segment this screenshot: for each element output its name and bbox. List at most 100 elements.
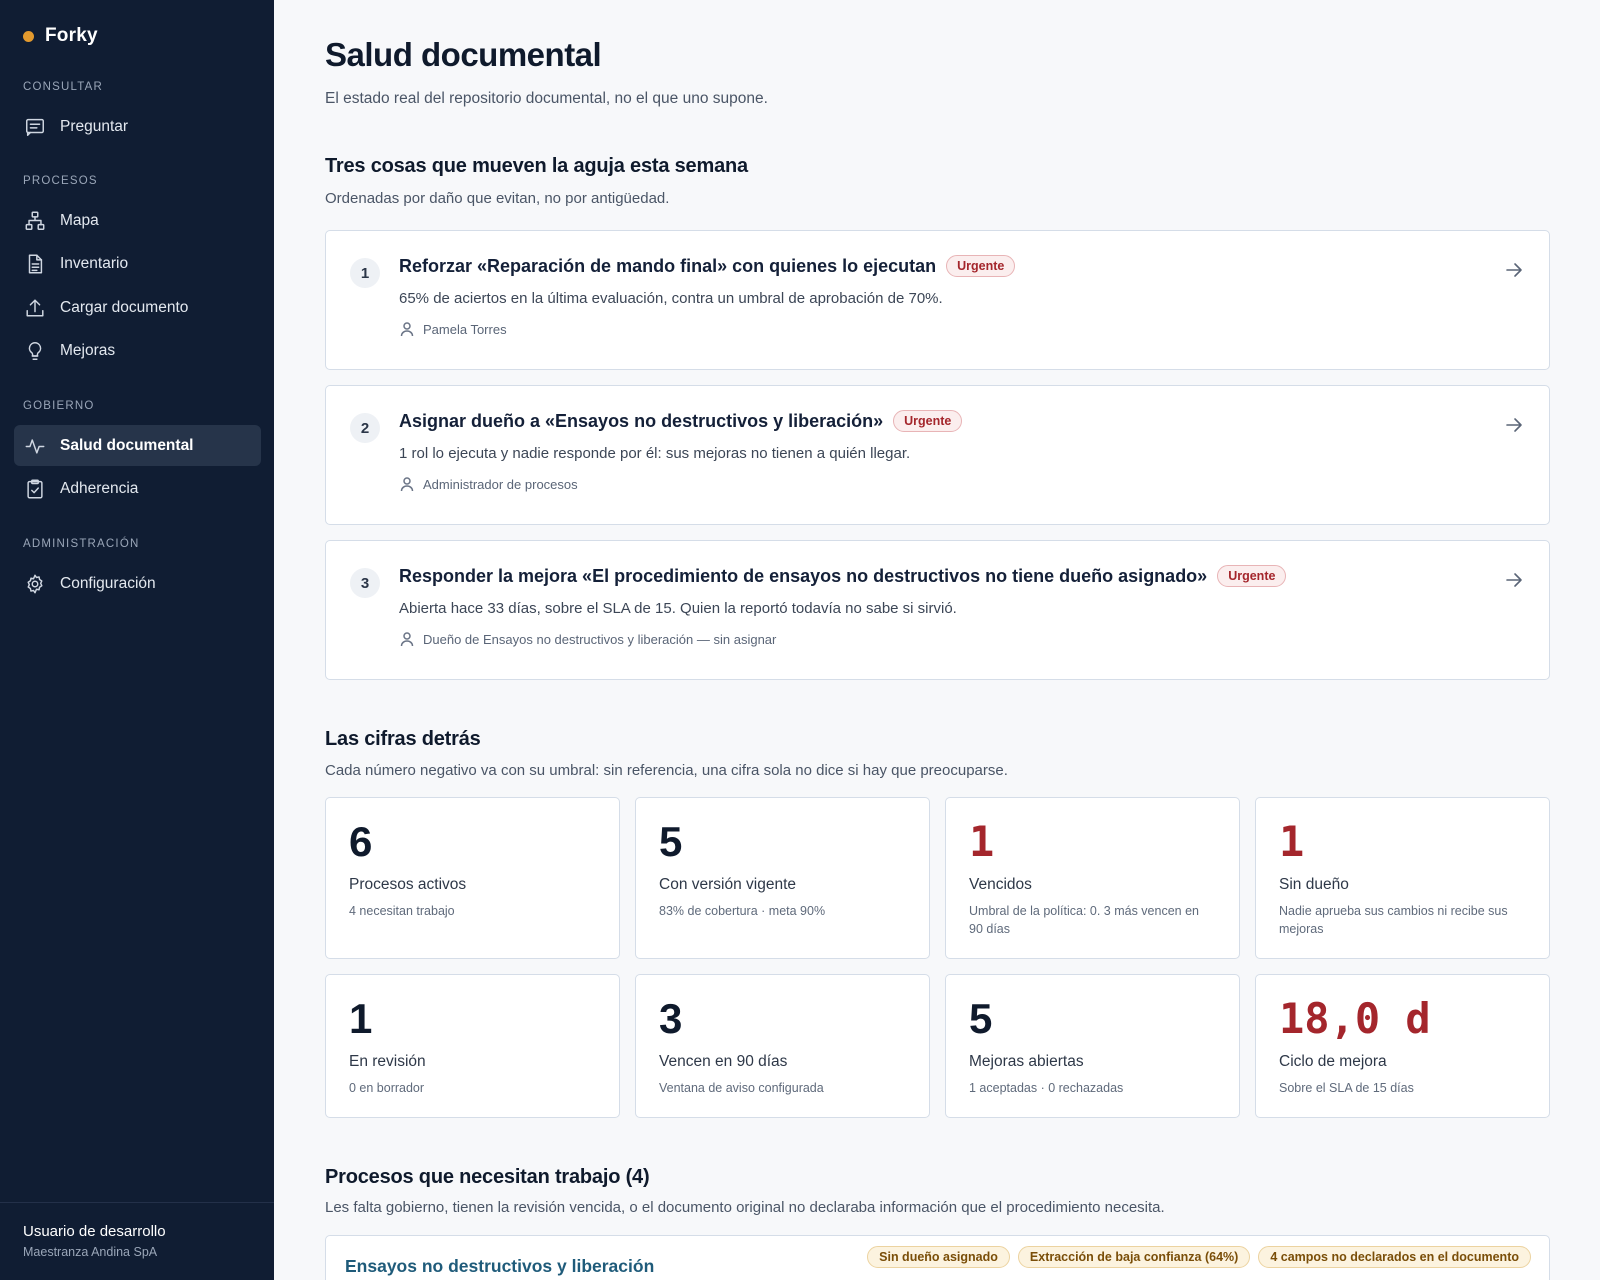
sidebar-item-mejoras[interactable]: Mejoras <box>14 331 261 372</box>
page-subtitle: El estado real del repositorio documenta… <box>325 90 768 107</box>
chat-icon <box>26 118 44 136</box>
priority-list: 1 Reforzar «Reparación de mando final» c… <box>325 230 1550 695</box>
process-card[interactable]: Ensayos no destructivos y liberación Sin… <box>325 1235 1550 1280</box>
nav-section-consultar: CONSULTAR Preguntar <box>14 78 261 150</box>
metric-label: Sin dueño <box>1279 876 1349 893</box>
sidebar-item-adherencia[interactable]: Adherencia <box>14 469 261 510</box>
sidebar-item-label: Mapa <box>60 211 99 229</box>
user-panel[interactable]: Usuario de desarrollo Maestranza Andina … <box>0 1202 274 1280</box>
sidebar: Forky CONSULTAR Preguntar PROCESOS Mapa … <box>0 0 274 1280</box>
priority-title: Responder la mejora «El procedimiento de… <box>399 565 1208 586</box>
metric-value: 5 <box>969 995 993 1042</box>
pulse-icon <box>25 438 45 454</box>
process-name-link[interactable]: Ensayos no destructivos y liberación <box>345 1256 654 1277</box>
urgent-badge: Urgente <box>893 410 963 432</box>
priority-number: 1 <box>350 258 380 288</box>
main-content: Salud documental El estado real del repo… <box>274 0 1600 1280</box>
user-organization: Maestranza Andina SpA <box>23 1245 158 1259</box>
metric-card: 1 En revisión 0 en borrador <box>325 974 620 1118</box>
nav-section-procesos: PROCESOS Mapa Inventario Cargar document… <box>14 172 261 374</box>
sitemap-icon <box>25 211 45 230</box>
priority-number: 2 <box>350 413 380 443</box>
sidebar-item-preguntar[interactable]: Preguntar <box>14 106 261 147</box>
priority-card[interactable]: 1 Reforzar «Reparación de mando final» c… <box>325 230 1550 370</box>
metric-value: 3 <box>659 995 683 1042</box>
metric-label: En revisión <box>349 1053 426 1070</box>
upload-icon <box>26 298 44 317</box>
user-icon <box>400 632 414 647</box>
urgent-badge: Urgente <box>1217 565 1287 587</box>
metric-value: 6 <box>349 818 373 865</box>
figures-subtitle: Cada número negativo va con su umbral: s… <box>325 762 1008 779</box>
sidebar-item-configuracion[interactable]: Configuración <box>14 563 261 604</box>
user-icon <box>400 322 414 337</box>
sidebar-item-mapa[interactable]: Mapa <box>14 200 261 241</box>
user-icon <box>400 477 414 492</box>
metric-value: 18,0 d <box>1279 994 1431 1043</box>
metric-note: Nadie aprueba sus cambios ni recibe sus … <box>1279 904 1508 936</box>
metric-label: Vencen en 90 días <box>659 1053 788 1070</box>
urgent-badge: Urgente <box>946 255 1016 277</box>
brand-name: Forky <box>45 25 98 46</box>
warning-tag: Extracción de baja confianza (64%) <box>1017 1246 1251 1268</box>
priority-title: Reforzar «Reparación de mando final» con… <box>399 255 937 276</box>
priority-description: Abierta hace 33 días, sobre el SLA de 15… <box>399 600 957 617</box>
processes-subtitle: Les falta gobierno, tienen la revisión v… <box>325 1199 1165 1216</box>
metric-card: 3 Vencen en 90 días Ventana de aviso con… <box>635 974 930 1118</box>
sidebar-item-label: Mejoras <box>60 342 116 359</box>
metric-label: Vencidos <box>969 876 1032 893</box>
sidebar-item-label: Salud documental <box>60 436 194 454</box>
metric-card: 5 Mejoras abiertas 1 aceptadas · 0 recha… <box>945 974 1240 1118</box>
priority-owner: Dueño de Ensayos no destructivos y liber… <box>399 631 776 647</box>
metric-note: 0 en borrador <box>349 1081 425 1095</box>
nav-heading: ADMINISTRACIÓN <box>23 538 140 550</box>
sidebar-item-label: Preguntar <box>60 117 129 135</box>
owner-name: Pamela Torres <box>423 321 507 337</box>
nav-heading: GOBIERNO <box>23 400 95 412</box>
metric-note: Ventana de aviso configurada <box>659 1081 824 1095</box>
metric-card: 6 Procesos activos 4 necesitan trabajo <box>325 797 620 959</box>
sidebar-item-salud-documental[interactable]: Salud documental <box>14 425 261 466</box>
brand[interactable]: Forky <box>23 25 98 47</box>
metric-value: 1 <box>1279 817 1305 866</box>
warning-tag: Sin dueño asignado <box>867 1246 1010 1268</box>
document-icon <box>28 254 43 274</box>
metric-label: Procesos activos <box>349 876 467 893</box>
sidebar-item-label: Inventario <box>60 255 129 272</box>
nav-section-administracion: ADMINISTRACIÓN Configuración <box>14 535 261 607</box>
warning-tag: 4 campos no declarados en el documento <box>1258 1246 1531 1268</box>
metric-note: 1 aceptadas · 0 rechazadas <box>969 1081 1124 1095</box>
sidebar-item-label: Adherencia <box>60 480 139 497</box>
arrow-right-icon[interactable] <box>1503 569 1525 591</box>
nav-section-gobierno: GOBIERNO Salud documental Adherencia <box>14 397 261 512</box>
priorities-title: Tres cosas que mueven la aguja esta sema… <box>325 155 748 177</box>
nav-heading: PROCESOS <box>23 175 98 187</box>
clipboard-check-icon <box>27 479 43 499</box>
arrow-right-icon[interactable] <box>1503 414 1525 436</box>
nav-heading: CONSULTAR <box>23 81 104 93</box>
priority-card[interactable]: 3 Responder la mejora «El procedimiento … <box>325 540 1550 680</box>
sidebar-item-cargar-documento[interactable]: Cargar documento <box>14 287 261 328</box>
metric-note: 4 necesitan trabajo <box>349 904 455 918</box>
priority-description: 1 rol lo ejecuta y nadie responde por él… <box>399 445 911 462</box>
metric-note: Sobre el SLA de 15 días <box>1279 1081 1414 1095</box>
arrow-right-icon[interactable] <box>1503 259 1525 281</box>
priority-number: 3 <box>350 568 380 598</box>
metric-label: Ciclo de mejora <box>1279 1053 1387 1070</box>
gear-icon <box>27 574 43 593</box>
metric-value: 1 <box>969 817 995 866</box>
sidebar-item-inventario[interactable]: Inventario <box>14 244 261 285</box>
metrics-grid: 6 Procesos activos 4 necesitan trabajo 5… <box>325 797 1550 1118</box>
priority-title: Asignar dueño a «Ensayos no destructivos… <box>399 410 884 431</box>
process-tags: Sin dueño asignado Extracción de baja co… <box>867 1246 1531 1268</box>
metric-label: Con versión vigente <box>659 876 796 893</box>
page-title: Salud documental <box>325 36 602 73</box>
priority-owner: Administrador de procesos <box>399 476 578 492</box>
metric-card: 1 Vencidos Umbral de la política: 0. 3 m… <box>945 797 1240 959</box>
user-name: Usuario de desarrollo <box>23 1223 166 1240</box>
brand-dot-icon <box>23 30 34 42</box>
priority-card[interactable]: 2 Asignar dueño a «Ensayos no destructiv… <box>325 385 1550 525</box>
metric-card: 1 Sin dueño Nadie aprueba sus cambios ni… <box>1255 797 1550 959</box>
metric-note: 83% de cobertura · meta 90% <box>659 904 826 918</box>
priority-description: 65% de aciertos en la última evaluación,… <box>399 290 943 307</box>
